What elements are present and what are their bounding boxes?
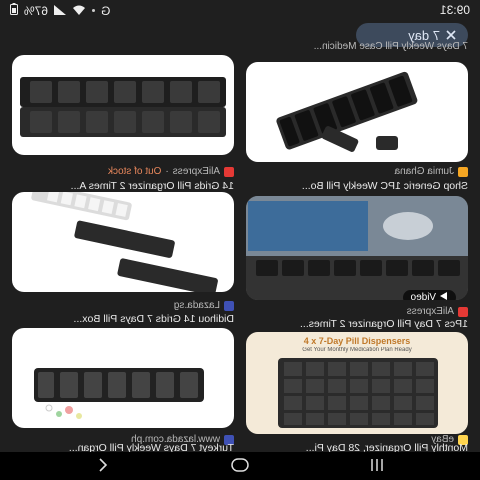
recents-button[interactable] [370, 458, 384, 475]
banner-subheadline: Get Your Monthly Medication Plan Ready [302, 347, 412, 353]
source-label: AliExpress [406, 306, 454, 317]
stock-status-badge: Out of stock [108, 166, 162, 177]
separator-dot: · [165, 166, 169, 177]
video-label: Video [410, 292, 436, 300]
result-thumbnail[interactable] [246, 62, 468, 162]
result-title[interactable]: 1Pcs 7 Day Pill Organizer 2 Times... [244, 318, 468, 330]
brand-notification-icon: G [101, 3, 111, 18]
source-label: AliExpress [172, 166, 220, 177]
banner-headline: 4 x 7-Day Pill Dispensers [303, 336, 411, 346]
wifi-icon [72, 4, 86, 18]
source-label: Jumia Ghana [394, 166, 454, 177]
mirrored-screen: 09:31 G 67% 7 day 7 Days Weekly Pill Cas… [0, 0, 480, 480]
result-source: Lazada.sg [174, 300, 234, 311]
pill-organizer-image [31, 192, 218, 292]
video-badge: Video [402, 290, 456, 300]
result-title[interactable]: Didihou 14 Grids 7 Days Pill Box... [10, 313, 234, 325]
pill-organizer-image [276, 71, 418, 152]
status-time: 09:31 [439, 3, 470, 17]
source-label: Lazada.sg [173, 300, 220, 311]
status-bar: 09:31 G 67% [0, 0, 480, 20]
result-source: AliExpress · Out of stock [108, 166, 234, 177]
result-thumbnail[interactable]: Video [246, 196, 468, 300]
source-favicon-icon [458, 166, 468, 177]
play-icon [440, 292, 448, 300]
result-thumbnail[interactable] [12, 328, 234, 428]
battery-icon [10, 3, 18, 18]
back-button[interactable] [98, 458, 108, 475]
result-title[interactable]: 14 Grids Pill Organizer 2 Times A... [10, 180, 234, 192]
result-title[interactable]: Shop Generic 1PC Weekly Pill Bo... [244, 180, 468, 192]
notification-dot-icon [92, 9, 96, 12]
result-thumbnail[interactable]: 4 x 7-Day Pill Dispensers Get Your Month… [246, 332, 468, 434]
result-source: Jumia Ghana [395, 166, 468, 177]
signal-icon [54, 4, 67, 18]
system-nav-bar [0, 452, 480, 480]
pill-organizer-video-image [246, 196, 468, 300]
result-thumbnail[interactable] [12, 192, 234, 292]
result-thumbnail[interactable] [12, 55, 234, 155]
battery-percent: 67% [24, 3, 49, 18]
home-button[interactable] [231, 458, 249, 475]
source-favicon-icon [224, 166, 234, 177]
pill-organizer-image [20, 77, 226, 137]
pill-organizer-image [34, 368, 204, 419]
top-partial-caption[interactable]: 7 Days Weekly Pill Case Medicin... [248, 41, 468, 52]
status-icons: G 67% [10, 3, 110, 18]
source-favicon-icon [224, 300, 234, 311]
source-favicon-icon [458, 306, 468, 317]
result-source: AliExpress [407, 306, 468, 317]
